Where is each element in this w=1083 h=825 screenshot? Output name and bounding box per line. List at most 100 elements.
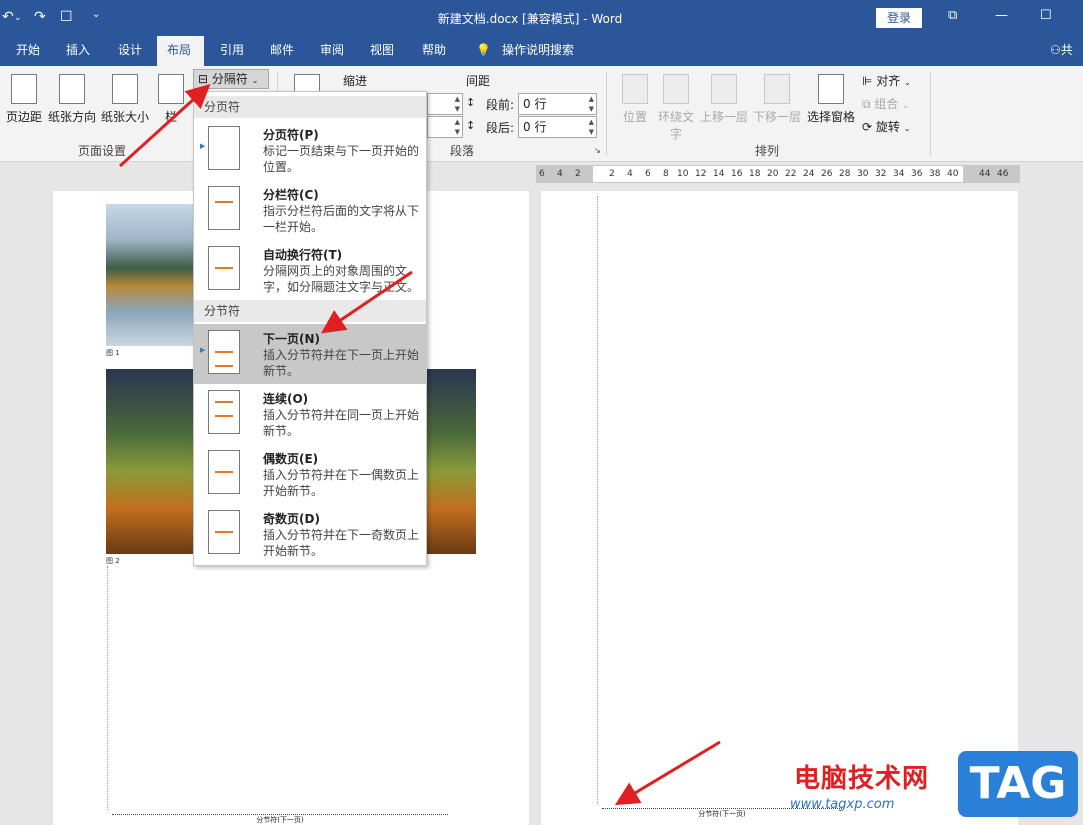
caption-2: 图 2 bbox=[106, 557, 120, 565]
tab-layout[interactable]: 布局 bbox=[157, 36, 204, 66]
menu-item-odd-page[interactable]: 奇数页(D) 插入分节符并在下一奇数页上开始新节。 bbox=[194, 504, 426, 564]
login-button[interactable]: 登录 bbox=[876, 8, 922, 28]
ribbon-display-icon[interactable]: ⧉ bbox=[948, 8, 957, 23]
selection-pane-button[interactable]: 选择窗格 bbox=[805, 74, 857, 125]
paragraph-marks bbox=[597, 196, 603, 804]
menu-item-even-page[interactable]: 偶数页(E) 插入分节符并在下一偶数页上开始新节。 bbox=[194, 444, 426, 504]
watermark-text: 电脑技术网 bbox=[794, 764, 930, 794]
size-button[interactable]: 纸张大小 bbox=[99, 74, 151, 125]
tab-references[interactable]: 引用 bbox=[210, 36, 254, 66]
align-button[interactable]: ⊫ 对齐 ⌄ bbox=[862, 72, 911, 89]
section-break-label: 分节符(下一页) bbox=[256, 816, 304, 824]
share-button[interactable]: ⚇共享 bbox=[1040, 36, 1083, 85]
ruler-tick: 32 bbox=[875, 169, 887, 179]
person-icon: ⚇ bbox=[1050, 43, 1061, 57]
next-page-icon bbox=[208, 330, 240, 374]
ruler-tick: 26 bbox=[821, 169, 833, 179]
position-label: 位置 bbox=[622, 110, 647, 124]
breaks-label: 分隔符 bbox=[211, 72, 248, 86]
menu-item-continuous[interactable]: 连续(O) 插入分节符并在同一页上开始新节。 bbox=[194, 384, 426, 444]
page-breaks-header: 分页符 bbox=[194, 96, 426, 118]
wrap-text-label: 环绕文 bbox=[657, 110, 694, 124]
tab-insert[interactable]: 插入 bbox=[56, 36, 100, 66]
indent-right-input[interactable]: ▲ ▼ bbox=[427, 116, 463, 138]
maximize-icon[interactable]: ☐ bbox=[1040, 8, 1052, 23]
margins-button[interactable]: 页边距 bbox=[4, 74, 44, 125]
ruler-tick: 2 bbox=[609, 169, 615, 179]
watermark-logo: TAG bbox=[958, 751, 1078, 817]
tab-home[interactable]: 开始 bbox=[6, 36, 50, 66]
send-backward-button[interactable]: 下移一层 bbox=[752, 74, 802, 125]
menu-item-desc: 插入分节符并在同一页上开始新节。 bbox=[263, 408, 420, 438]
chevron-down-icon: ⌄ bbox=[903, 124, 911, 133]
menu-item-title: 奇数页(D) bbox=[263, 512, 320, 526]
position-button[interactable]: 位置 bbox=[618, 74, 652, 125]
ruler-tick: 22 bbox=[785, 169, 797, 179]
wrap-text-label-2: 字 bbox=[669, 127, 682, 141]
spacing-before-input[interactable]: 0 行 ▲ ▼ bbox=[518, 93, 597, 115]
ruler-tick: 12 bbox=[695, 169, 707, 179]
redo-icon[interactable]: ↷ bbox=[34, 9, 46, 25]
orientation-button[interactable]: 纸张方向 bbox=[46, 74, 98, 125]
margins-label: 页边距 bbox=[5, 110, 42, 124]
wrap-text-button[interactable]: 环绕文 字 bbox=[656, 74, 696, 142]
menu-item-next-page[interactable]: ▶ 下一页(N) 插入分节符并在下一页上开始新节。 bbox=[194, 324, 426, 384]
page-break-icon bbox=[208, 126, 240, 170]
menu-item-desc: 插入分节符并在下一偶数页上开始新节。 bbox=[263, 468, 420, 498]
spin-arrows-icon: ▲ ▼ bbox=[454, 118, 460, 136]
breaks-icon: ⊟ bbox=[198, 72, 209, 86]
ruler-tick: 20 bbox=[767, 169, 779, 179]
orientation-label: 纸张方向 bbox=[47, 110, 96, 124]
menu-item-desc: 插入分节符并在下一页上开始新节。 bbox=[263, 348, 420, 378]
columns-icon bbox=[158, 74, 184, 104]
group-objects-button[interactable]: ⧉ 组合 ⌄ bbox=[862, 95, 909, 112]
spin-arrows-icon: ▲ ▼ bbox=[454, 95, 460, 113]
minimize-icon[interactable]: — bbox=[995, 8, 1008, 23]
group-icon: ⧉ bbox=[862, 97, 871, 111]
bring-forward-icon bbox=[711, 74, 737, 104]
menu-item-desc: 标记一页结束与下一页开始的位置。 bbox=[263, 144, 420, 174]
tab-mailings[interactable]: 邮件 bbox=[260, 36, 304, 66]
size-label: 纸张大小 bbox=[100, 110, 149, 124]
indent-left-input[interactable]: ▲ ▼ bbox=[427, 93, 463, 115]
undo-icon[interactable]: ↶ bbox=[2, 9, 14, 25]
tab-view[interactable]: 视图 bbox=[360, 36, 404, 66]
touch-mode-icon[interactable]: ☐ bbox=[60, 9, 73, 25]
spacing-after-input[interactable]: 0 行 ▲ ▼ bbox=[518, 116, 597, 138]
menu-item-text-wrapping-break[interactable]: 自动换行符(T) 分隔网页上的对象周围的文字，如分隔题注文字与正文。 bbox=[194, 240, 426, 300]
margins-icon bbox=[11, 74, 37, 104]
group-label: 组合 bbox=[874, 97, 899, 111]
ruler-tick: 28 bbox=[839, 169, 851, 179]
customize-toolbar-icon[interactable]: ⌄ bbox=[92, 9, 100, 20]
ribbon-tabs: 开始 插入 设计 布局 引用 邮件 审阅 视图 帮助 💡 操作说明搜索 ⚇共享 bbox=[0, 36, 1083, 85]
tab-design[interactable]: 设计 bbox=[108, 36, 152, 66]
section-break-label: 分节符(下一页) bbox=[698, 810, 746, 818]
column-break-icon bbox=[208, 186, 240, 230]
paragraph-marks bbox=[107, 566, 113, 810]
tab-review[interactable]: 审阅 bbox=[310, 36, 354, 66]
section-break-marker: 分节符(下一页) bbox=[112, 814, 448, 824]
page-right[interactable] bbox=[541, 191, 1018, 825]
tell-me-search[interactable]: 操作说明搜索 bbox=[492, 36, 584, 66]
even-page-icon bbox=[208, 450, 240, 494]
columns-button[interactable]: 栏 bbox=[156, 74, 186, 125]
dialog-launcher-icon[interactable]: ↘ bbox=[594, 146, 601, 155]
page-setup-group-label: 页面设置 bbox=[78, 144, 127, 158]
orientation-icon bbox=[59, 74, 85, 104]
horizontal-ruler[interactable]: 6 4 2 2 4 6 8 10 12 14 16 18 20 22 24 26… bbox=[536, 165, 1020, 183]
bring-forward-button[interactable]: 上移一层 bbox=[699, 74, 749, 125]
ruler-tick: 30 bbox=[857, 169, 869, 179]
tab-help[interactable]: 帮助 bbox=[412, 36, 456, 66]
menu-item-column-break[interactable]: 分栏符(C) 指示分栏符后面的文字将从下一栏开始。 bbox=[194, 180, 426, 240]
undo-dropdown-icon[interactable]: ⌄ bbox=[14, 13, 22, 23]
spacing-before-icon: ↕ bbox=[466, 96, 476, 109]
chevron-down-icon: ⌄ bbox=[251, 76, 259, 85]
breaks-button[interactable]: ⊟ 分隔符 ⌄ bbox=[193, 69, 269, 89]
chevron-down-icon: ⌄ bbox=[902, 101, 909, 110]
image-1[interactable] bbox=[106, 204, 195, 346]
size-icon bbox=[112, 74, 138, 104]
ruler-tick: 34 bbox=[893, 169, 905, 179]
menu-item-page-break[interactable]: ▶ 分页符(P) 标记一页结束与下一页开始的位置。 bbox=[194, 120, 426, 180]
position-icon bbox=[622, 74, 648, 104]
rotate-button[interactable]: ⟳ 旋转 ⌄ bbox=[862, 118, 910, 135]
